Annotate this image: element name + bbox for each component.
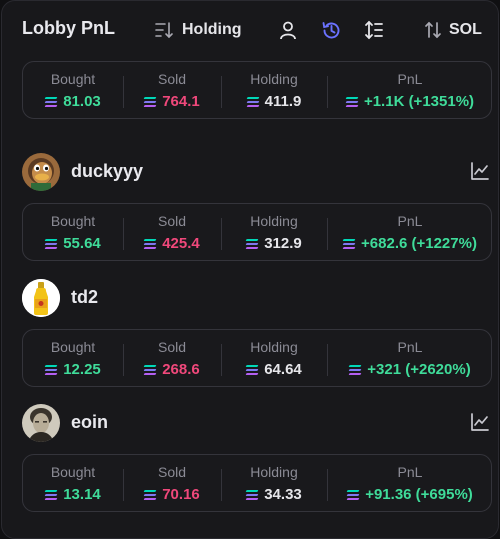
pnl-column: PnL +682.6 (+1227%) (327, 204, 493, 260)
sort-icon (155, 22, 173, 39)
holding-label: Holding (250, 213, 298, 229)
pnl-column: PnL +1.1K (+1351%) (327, 62, 493, 118)
sold-label: Sold (157, 339, 187, 355)
username: duckyyy (71, 161, 144, 181)
sol-icon (245, 238, 259, 249)
sold-column: Sold 425.4 (123, 204, 221, 260)
sold-value: 764.1 (162, 93, 200, 110)
bought-column: Bought 13.14 (23, 455, 123, 511)
bought-label: Bought (50, 213, 96, 229)
sol-icon (143, 96, 157, 107)
sort-by-button[interactable]: Holding (154, 18, 242, 42)
holding-label: Holding (250, 464, 298, 480)
sol-icon (345, 96, 359, 107)
holding-column: Holding 312.9 (221, 204, 327, 260)
bought-column: Bought 55.64 (23, 204, 123, 260)
sold-value: 425.4 (162, 235, 200, 252)
currency-toggle-button[interactable]: SOL (423, 18, 482, 42)
swap-vertical-icon (425, 21, 441, 39)
sold-value: 70.16 (162, 486, 200, 503)
sol-icon (44, 238, 58, 249)
pnl-value: +682.6 (+1227%) (361, 235, 477, 252)
sol-icon (346, 489, 360, 500)
bought-label: Bought (50, 464, 96, 480)
duck-avatar (22, 153, 60, 191)
pnl-value: +321 (+2620%) (367, 361, 471, 378)
sold-column: Sold 764.1 (123, 62, 221, 118)
sol-icon (245, 489, 259, 500)
sol-icon (44, 96, 58, 107)
holding-value: 64.64 (264, 361, 302, 378)
history-button[interactable] (320, 19, 342, 41)
sol-icon (348, 364, 362, 375)
bought-column: Bought 81.03 (23, 62, 123, 118)
user-stats-card-duckyyy: Bought 55.64 Sold 425.4 Holding 312.9 Pn… (22, 203, 492, 261)
holding-label: Holding (250, 339, 298, 355)
sold-column: Sold 70.16 (123, 455, 221, 511)
sol-icon (44, 364, 58, 375)
pnl-label: PnL (397, 339, 423, 355)
sold-label: Sold (157, 464, 187, 480)
holding-value: 411.9 (264, 93, 302, 110)
sol-icon (143, 489, 157, 500)
summary-stats-card: Bought 81.03 Sold 764.1 Holding 411.9 Pn… (22, 61, 492, 119)
user-stats-card-eoin: Bought 13.14 Sold 70.16 Holding 34.33 Pn… (22, 454, 492, 512)
sold-value: 268.6 (162, 361, 200, 378)
pnl-label: PnL (397, 213, 423, 229)
sold-label: Sold (157, 71, 187, 87)
holding-column: Holding 411.9 (221, 62, 327, 118)
bought-value: 13.14 (63, 486, 101, 503)
sold-column: Sold 268.6 (123, 330, 221, 386)
pnl-label: PnL (397, 71, 423, 87)
bottle-avatar (22, 279, 60, 317)
bought-value: 12.25 (63, 361, 101, 378)
sol-icon (143, 238, 157, 249)
bought-value: 81.03 (63, 93, 101, 110)
sol-icon (245, 364, 259, 375)
line-chart-icon (471, 162, 489, 180)
bought-column: Bought 12.25 (23, 330, 123, 386)
holding-value: 312.9 (264, 235, 302, 252)
user-stats-card-td2: Bought 12.25 Sold 268.6 Holding 64.64 Pn… (22, 329, 492, 387)
sol-icon (246, 96, 260, 107)
sold-label: Sold (157, 213, 187, 229)
chart-button[interactable] (470, 412, 492, 434)
pnl-column: PnL +321 (+2620%) (327, 330, 493, 386)
bought-label: Bought (50, 71, 96, 87)
username: td2 (71, 287, 98, 307)
holding-label: Holding (250, 71, 298, 87)
sol-icon (143, 364, 157, 375)
holding-value: 34.33 (264, 486, 302, 503)
panel-title: Lobby PnL (22, 18, 115, 38)
user-filter-button[interactable] (277, 19, 299, 41)
user-icon (280, 21, 296, 40)
user-row-duckyyy[interactable]: duckyyy (22, 153, 492, 191)
list-filter-button[interactable] (363, 19, 385, 41)
lobby-pnl-panel: Lobby PnL Holding SOL Bought 81.03 Sold … (1, 0, 499, 539)
list-filter-icon (365, 20, 383, 40)
holding-column: Holding 64.64 (221, 330, 327, 386)
line-chart-icon (471, 413, 489, 431)
holding-column: Holding 34.33 (221, 455, 327, 511)
username: eoin (71, 412, 109, 432)
history-icon (322, 21, 339, 38)
pnl-label: PnL (397, 464, 423, 480)
user-row-td2[interactable]: td2 (22, 279, 492, 317)
pnl-column: PnL +91.36 (+695%) (327, 455, 493, 511)
sol-icon (44, 489, 58, 500)
bought-value: 55.64 (63, 235, 101, 252)
bought-label: Bought (50, 339, 96, 355)
panel-header: Lobby PnL Holding SOL (2, 1, 498, 59)
portrait-avatar (22, 404, 60, 442)
user-row-eoin[interactable]: eoin (22, 404, 492, 442)
sol-icon (342, 238, 356, 249)
pnl-value: +1.1K (+1351%) (363, 93, 475, 110)
chart-button[interactable] (470, 161, 492, 183)
pnl-value: +91.36 (+695%) (365, 486, 473, 503)
sort-label: Holding (182, 21, 242, 38)
currency-label: SOL (449, 21, 482, 38)
